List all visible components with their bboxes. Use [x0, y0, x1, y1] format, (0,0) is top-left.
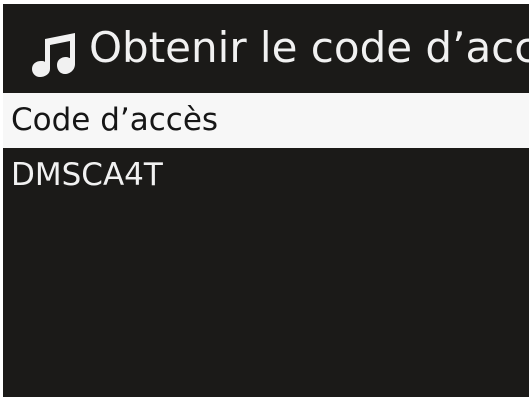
header-bar: Obtenir le code d’accè — [3, 4, 529, 90]
list-item-access-code-value[interactable]: DMSCA4T — [3, 149, 529, 204]
page-title: Obtenir le code d’accè — [89, 23, 529, 72]
access-code-value: DMSCA4T — [11, 157, 163, 193]
list-item-label: Code d’accès — [11, 102, 219, 138]
list-item-access-code-header[interactable]: Code d’accès — [3, 93, 529, 148]
device-screen: Obtenir le code d’accè Code d’accès DMSC… — [3, 4, 529, 397]
music-note-icon — [32, 33, 75, 77]
